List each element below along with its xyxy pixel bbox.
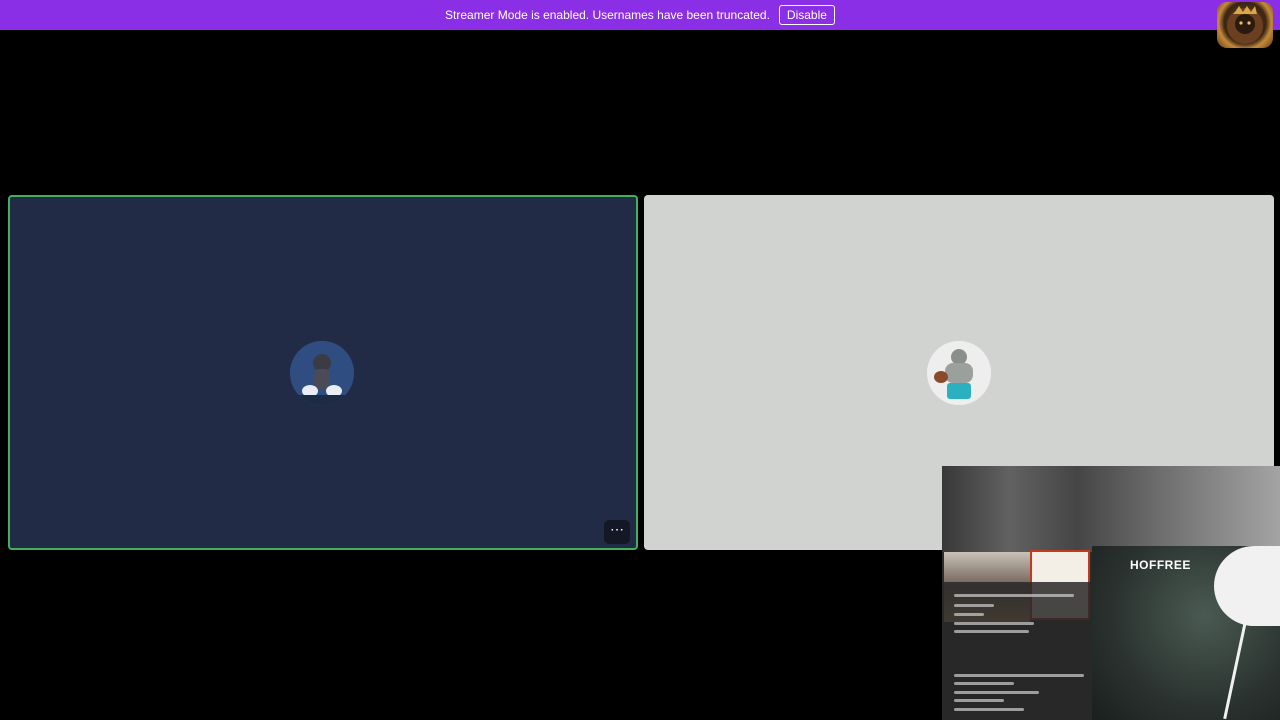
chat-line [954, 691, 1039, 694]
shirt-text: HOFFREE [1130, 558, 1191, 572]
chat-line [954, 699, 1004, 702]
server-avatar-icon[interactable] [1217, 2, 1273, 48]
chat-line [954, 613, 984, 616]
chat-line [954, 674, 1084, 677]
disable-streamer-mode-button[interactable]: Disable [778, 5, 835, 25]
stream-background [942, 466, 1280, 552]
participant-avatar [927, 341, 991, 405]
participant-avatar [290, 341, 354, 405]
stream-preview[interactable]: HOFFREE [942, 466, 1280, 720]
streamer-mode-message: Streamer Mode is enabled. Usernames have… [445, 8, 770, 22]
participant-tile-speaking[interactable]: ⋯ [8, 195, 638, 550]
stream-chat-overlay [942, 582, 1092, 720]
chat-line [954, 682, 1014, 685]
chat-line [954, 622, 1034, 625]
chat-line [954, 630, 1029, 633]
more-options-button[interactable]: ⋯ [604, 520, 630, 544]
streamer-mode-banner: Streamer Mode is enabled. Usernames have… [0, 0, 1280, 30]
chat-line [954, 708, 1024, 711]
chat-line [954, 604, 994, 607]
chat-line [954, 594, 1074, 597]
